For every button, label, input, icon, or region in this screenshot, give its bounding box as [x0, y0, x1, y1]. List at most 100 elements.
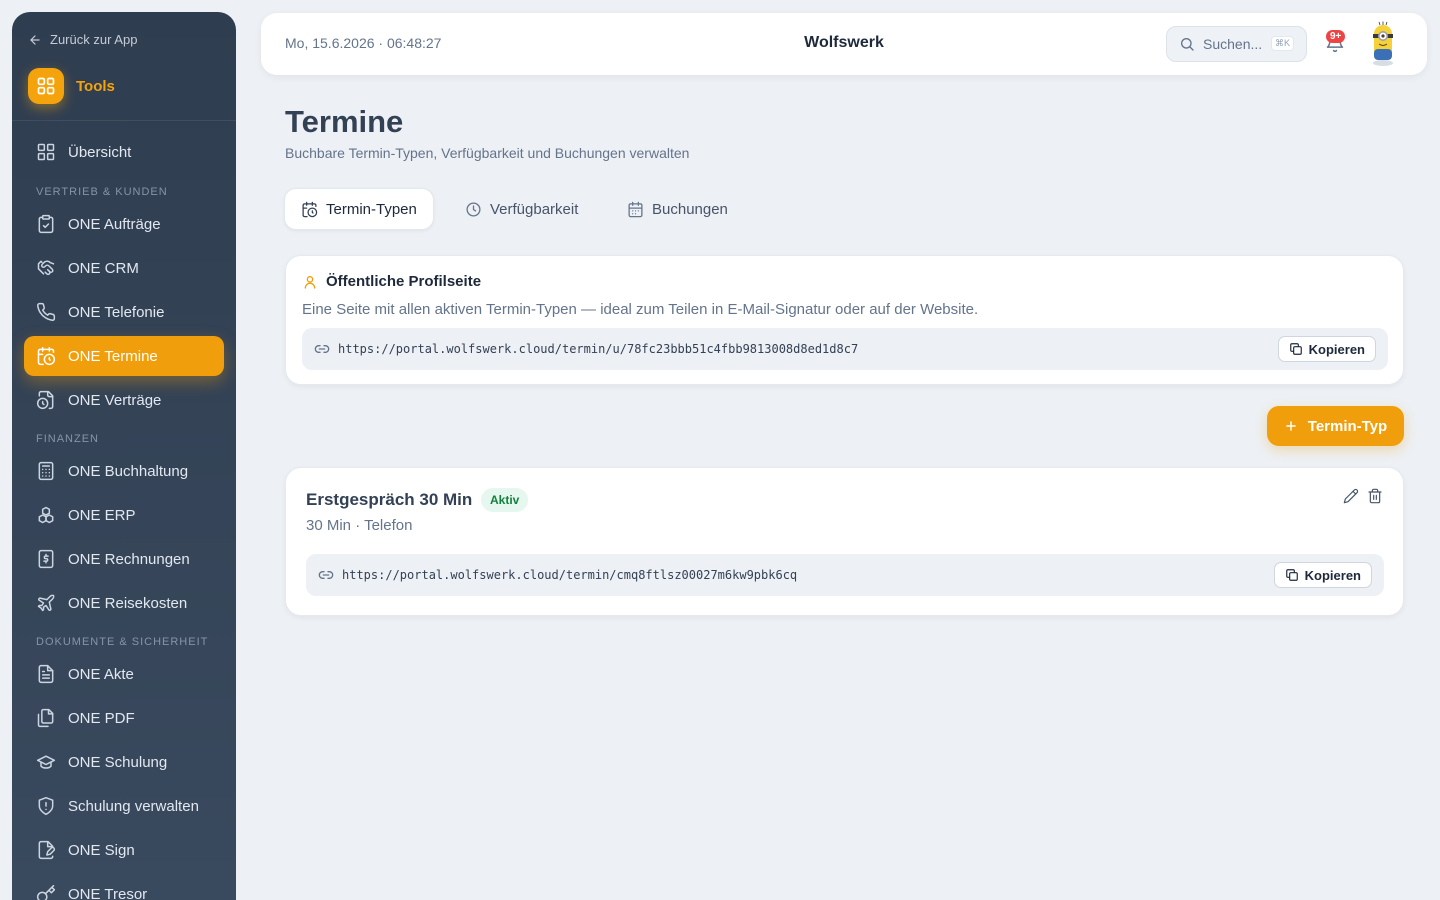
grid-icon — [37, 143, 55, 161]
page-subtitle: Buchbare Termin-Typen, Verfügbarkeit und… — [285, 145, 690, 161]
link-icon — [314, 345, 330, 353]
clipboard-check-icon — [38, 214, 54, 234]
copy-icon — [1289, 343, 1302, 355]
handshake-icon — [37, 260, 55, 276]
plus-icon — [1285, 421, 1296, 431]
phone-icon — [37, 302, 56, 321]
sidebar-item-label: ONE Rechnungen — [68, 550, 190, 568]
sidebar-item-label: Übersicht — [68, 143, 132, 161]
search-placeholder: Suchen... — [1203, 36, 1263, 52]
sidebar-section-documents: DOKUMENTE & SICHERHEIT — [36, 636, 209, 648]
link-icon — [318, 571, 334, 579]
sidebar-item-schulung[interactable]: ONE Schulung — [24, 742, 224, 782]
sidebar-item-schulung-verwalten[interactable]: Schulung verwalten — [24, 786, 224, 826]
sidebar-item-auftraege[interactable]: ONE Aufträge — [24, 204, 224, 244]
sidebar-item-erp[interactable]: ONE ERP — [24, 495, 224, 535]
boxes-icon — [38, 506, 54, 524]
receipt-icon — [38, 549, 54, 569]
sidebar-item-buchhaltung[interactable]: ONE Buchhaltung — [24, 451, 224, 491]
profile-url[interactable]: https://portal.wolfswerk.cloud/termin/u/… — [338, 342, 858, 356]
sidebar-item-tresor[interactable]: ONE Tresor — [24, 874, 224, 900]
sidebar-item-crm[interactable]: ONE CRM — [24, 248, 224, 288]
search-icon — [1181, 38, 1194, 51]
edit-button[interactable] — [1343, 488, 1361, 506]
tab-label: Verfügbarkeit — [490, 200, 579, 218]
sidebar: Zurück zur App Tools Übersicht VERTRIEB … — [12, 12, 236, 900]
notification-badge: 9+ — [1326, 30, 1346, 43]
profile-card-title-text: Öffentliche Profilseite — [326, 273, 482, 290]
tab-verfuegbarkeit[interactable]: Verfügbarkeit — [449, 188, 594, 230]
sidebar-item-label: ONE Schulung — [68, 753, 168, 771]
plane-icon — [37, 594, 55, 612]
tab-termin-typen[interactable]: Termin-Typen — [284, 188, 434, 230]
calendar-icon — [628, 201, 643, 217]
copy-termin-typ-url-button[interactable]: Kopieren — [1273, 562, 1372, 588]
sidebar-item-rechnungen[interactable]: ONE Rechnungen — [24, 539, 224, 579]
copy-icon — [1285, 569, 1298, 581]
key-icon — [36, 884, 56, 900]
search-input[interactable]: Suchen... ⌘K — [1166, 26, 1307, 62]
delete-button[interactable] — [1367, 488, 1385, 506]
sidebar-divider — [12, 120, 236, 121]
arrow-left-icon — [30, 34, 40, 45]
sidebar-item-label: ONE PDF — [68, 709, 135, 727]
shield-alert-icon — [38, 796, 54, 816]
sidebar-item-sign[interactable]: ONE Sign — [24, 830, 224, 870]
sidebar-item-label: ONE Akte — [68, 665, 134, 683]
calendar-clock-icon — [37, 346, 56, 366]
copy-label: Kopieren — [1304, 567, 1361, 583]
top-bar: Mo, 15.6.2026 · 06:48:27 Wolfswerk Suche… — [261, 13, 1427, 75]
calendar-clock-icon — [302, 201, 318, 217]
back-to-app-link[interactable]: Zurück zur App — [28, 32, 137, 47]
tab-label: Buchungen — [652, 200, 728, 218]
back-to-app-label: Zurück zur App — [50, 32, 138, 47]
sidebar-item-label: ONE Telefonie — [68, 303, 165, 321]
add-termin-typ-button[interactable]: Termin-Typ — [1267, 406, 1404, 446]
termin-typ-url[interactable]: https://portal.wolfswerk.cloud/termin/cm… — [342, 568, 797, 582]
sidebar-item-label: ONE Aufträge — [68, 215, 161, 233]
sidebar-item-label: ONE Buchhaltung — [68, 462, 189, 480]
sidebar-section-finance: FINANZEN — [36, 433, 99, 445]
profile-link-row: https://portal.wolfswerk.cloud/termin/u/… — [302, 328, 1388, 370]
sidebar-item-termine[interactable]: ONE Termine — [24, 336, 224, 376]
profile-card-description: Eine Seite mit allen aktiven Termin-Type… — [302, 301, 979, 318]
files-icon — [37, 708, 54, 728]
sidebar-item-label: ONE Sign — [68, 841, 135, 859]
user-icon — [304, 275, 316, 289]
grid-icon — [28, 68, 64, 104]
profile-card-title: Öffentliche Profilseite — [302, 273, 481, 290]
sidebar-item-label: ONE Termine — [68, 347, 158, 365]
calculator-icon — [38, 461, 54, 481]
file-clock-icon — [36, 390, 54, 410]
tab-label: Termin-Typen — [326, 200, 417, 218]
copy-profile-url-button[interactable]: Kopieren — [1277, 336, 1376, 362]
avatar[interactable] — [1365, 21, 1401, 67]
tab-buchungen[interactable]: Buchungen — [611, 188, 744, 230]
sidebar-item-vertraege[interactable]: ONE Verträge — [24, 380, 224, 420]
sidebar-item-akte[interactable]: ONE Akte — [24, 654, 224, 694]
termin-typ-card: Erstgespräch 30 Min Aktiv 30 Min · Telef… — [285, 467, 1404, 616]
sidebar-item-label: Schulung verwalten — [68, 797, 199, 815]
sidebar-section-sales: VERTRIEB & KUNDEN — [36, 186, 168, 198]
add-button-label: Termin-Typ — [1307, 417, 1388, 435]
file-signature-icon — [38, 840, 56, 860]
sidebar-item-telefonie[interactable]: ONE Telefonie — [24, 292, 224, 332]
clock-icon — [466, 201, 481, 217]
search-shortcut: ⌘K — [1270, 36, 1294, 51]
sidebar-item-pdf[interactable]: ONE PDF — [24, 698, 224, 738]
sidebar-item-label: ONE Tresor — [68, 885, 148, 900]
graduation-cap-icon — [36, 755, 56, 769]
tools-header[interactable]: Tools — [28, 68, 115, 104]
sidebar-item-label: ONE Reisekosten — [68, 594, 188, 612]
termin-typ-name: Erstgespräch 30 Min — [306, 490, 473, 509]
sidebar-item-reisekosten[interactable]: ONE Reisekosten — [24, 583, 224, 623]
pencil-icon — [1343, 488, 1359, 504]
sidebar-item-label: ONE ERP — [68, 506, 136, 524]
termin-typ-meta: 30 Min · Telefon — [306, 517, 413, 534]
page-title: Termine — [285, 104, 404, 139]
profile-page-card: Öffentliche Profilseite Eine Seite mit a… — [285, 255, 1404, 385]
copy-label: Kopieren — [1308, 341, 1365, 357]
file-text-icon — [38, 664, 54, 684]
sidebar-item-overview[interactable]: Übersicht — [24, 132, 224, 172]
termin-typ-link-row: https://portal.wolfswerk.cloud/termin/cm… — [306, 554, 1384, 596]
